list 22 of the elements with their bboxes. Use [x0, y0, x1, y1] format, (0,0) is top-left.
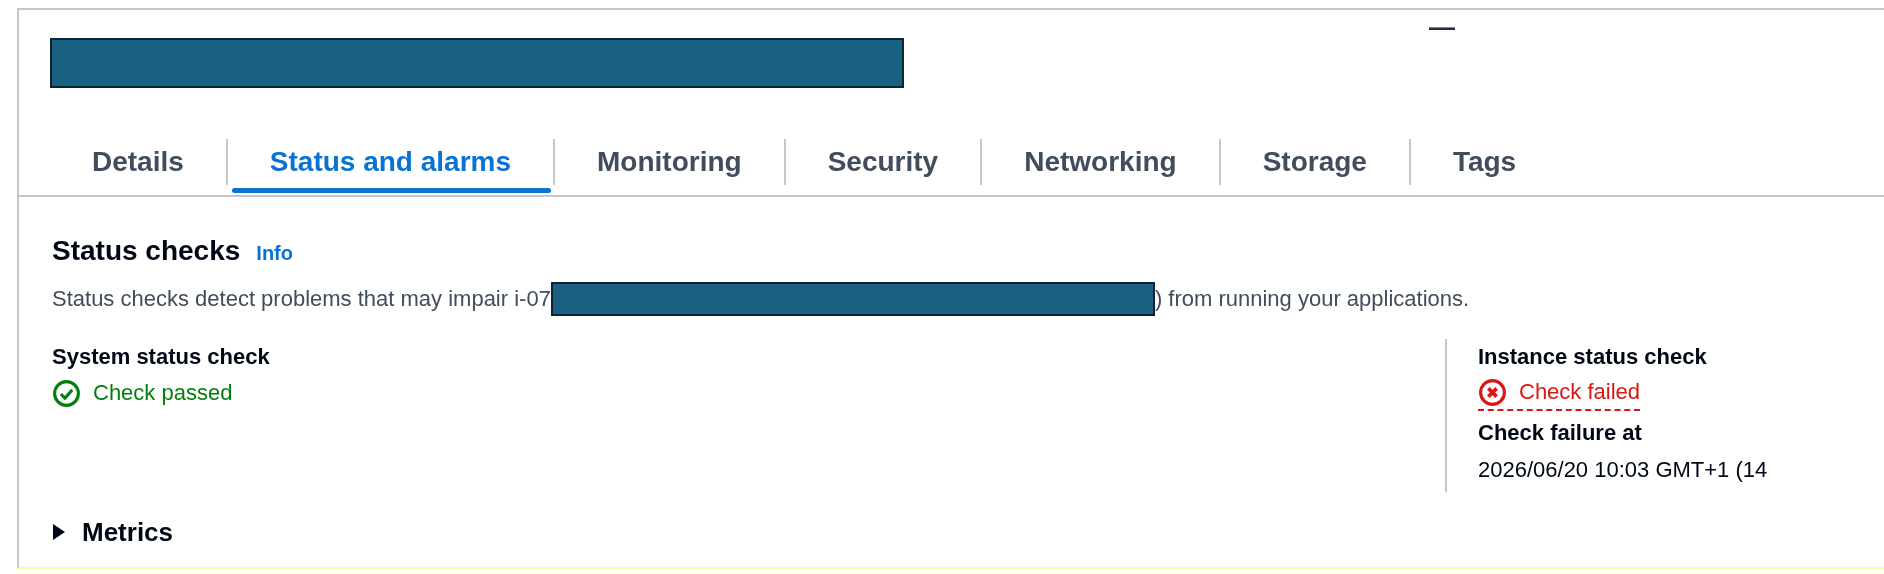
check-title: Instance status check — [1478, 343, 1708, 371]
check-circle-icon — [52, 378, 81, 408]
status-indicator: Check passed — [52, 375, 233, 411]
section-title: Status checks — [52, 235, 241, 267]
check-title: System status check — [52, 343, 271, 371]
tab[interactable]: Status and alarms — [227, 128, 554, 195]
failure-time: 2026/06/20 10:03 GMT+1 (14 — [1478, 456, 1769, 484]
caret-right-icon — [52, 523, 66, 541]
tab[interactable]: Monitoring — [555, 128, 784, 195]
info-link[interactable]: Info — [256, 242, 293, 265]
status-popover-trigger[interactable]: Check failed — [1478, 375, 1641, 411]
tab[interactable]: Networking — [982, 128, 1219, 195]
tab[interactable]: Security — [785, 128, 981, 195]
tab[interactable]: Storage — [1220, 128, 1409, 195]
description-text: ) from running your applications. — [1154, 286, 1470, 312]
description-text: Status checks detect problems that may impair i-07 — [52, 286, 551, 312]
tab[interactable]: Tags — [1410, 128, 1559, 195]
expand-toggle[interactable]: Metrics — [52, 512, 174, 552]
minimize-button[interactable]: — — [1429, 14, 1455, 40]
error-circle-icon — [1478, 377, 1507, 407]
tab[interactable]: Details — [50, 128, 226, 195]
failure-label: Check failure at — [1478, 419, 1643, 447]
